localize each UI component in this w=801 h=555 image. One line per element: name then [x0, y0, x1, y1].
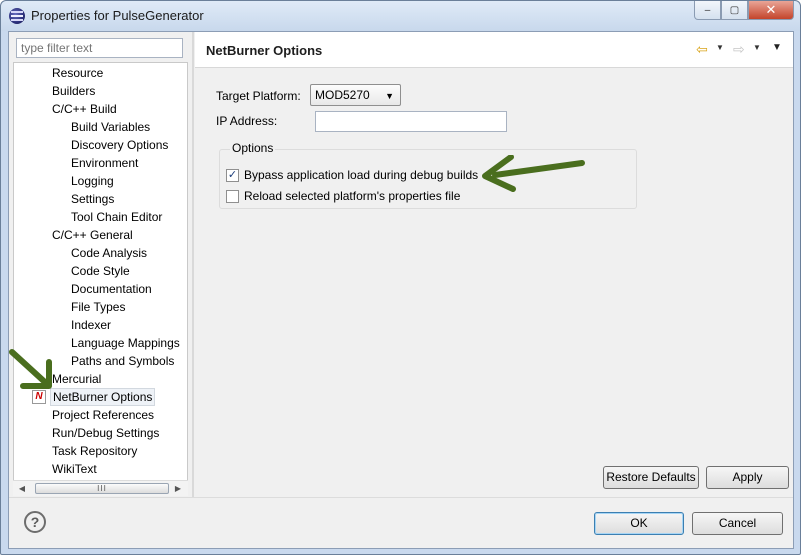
tree-item[interactable]: Run/Debug Settings	[50, 424, 161, 442]
tree-item[interactable]: Builders	[50, 82, 97, 100]
tree-item[interactable]: Paths and Symbols	[69, 352, 176, 370]
filter-input[interactable]	[16, 38, 183, 58]
tree-item[interactable]: Documentation	[69, 280, 154, 298]
window-controls: ‒ ▢ ✕	[694, 1, 794, 21]
tree-item[interactable]: Tool Chain Editor	[69, 208, 164, 226]
tree-item-selected[interactable]: NetBurner Options	[50, 388, 156, 406]
view-menu-icon[interactable]: ▼	[772, 43, 782, 53]
tree-item[interactable]: Indexer	[69, 316, 113, 334]
tree-item[interactable]: Settings	[69, 190, 116, 208]
reload-checkbox[interactable]	[226, 190, 239, 203]
chevron-down-icon: ▼	[385, 91, 394, 101]
scroll-right-icon[interactable]: ▶	[171, 482, 185, 496]
title-bar[interactable]: Properties for PulseGenerator ‒ ▢ ✕	[1, 1, 800, 31]
window-title: Properties for PulseGenerator	[31, 8, 204, 23]
apply-button[interactable]: Apply	[706, 466, 789, 489]
scroll-left-icon[interactable]: ◀	[15, 482, 29, 496]
tree-item[interactable]: WikiText	[50, 460, 99, 478]
ip-address-label: IP Address:	[216, 114, 278, 128]
scroll-thumb[interactable]: III	[35, 483, 169, 494]
page-title: NetBurner Options	[206, 43, 323, 58]
tree-item[interactable]: File Types	[69, 298, 127, 316]
page-body: Target Platform: MOD5270 ▼ IP Address: O…	[195, 69, 793, 497]
cancel-button[interactable]: Cancel	[692, 512, 783, 535]
forward-arrow-icon[interactable]: ⇨	[733, 41, 745, 57]
tree-item[interactable]: Environment	[69, 154, 140, 172]
back-arrow-icon[interactable]: ⇦	[696, 41, 708, 57]
bypass-checkbox-label[interactable]: Bypass application load during debug bui…	[244, 168, 478, 182]
tree-item[interactable]: Task Repository	[50, 442, 139, 460]
tree-item[interactable]: C/C++ Build	[50, 100, 119, 118]
ok-button[interactable]: OK	[594, 512, 684, 535]
reload-checkbox-label[interactable]: Reload selected platform's properties fi…	[244, 189, 460, 203]
annotation-arrow-icon	[482, 155, 585, 192]
forward-dropdown-icon[interactable]: ▼	[753, 43, 761, 53]
tree-item[interactable]: C/C++ General	[50, 226, 135, 244]
dialog-client-area: ResourceBuildersC/C++ BuildBuild Variabl…	[8, 31, 794, 549]
help-icon[interactable]: ?	[24, 511, 46, 533]
annotation-arrow-icon	[9, 349, 52, 389]
tree-item[interactable]: Project References	[50, 406, 156, 424]
options-group-label: Options	[230, 141, 276, 155]
back-dropdown-icon[interactable]: ▼	[716, 43, 724, 53]
tree-item[interactable]: Logging	[69, 172, 116, 190]
close-button[interactable]: ✕	[748, 1, 794, 20]
ip-address-input[interactable]	[315, 111, 507, 132]
eclipse-icon	[9, 8, 25, 24]
maximize-button[interactable]: ▢	[721, 1, 748, 20]
tree-item[interactable]: Discovery Options	[69, 136, 170, 154]
property-tree: Resource Builders C/C++ Build Build Variabl…	[13, 62, 188, 492]
properties-dialog: Properties for PulseGenerator ‒ ▢ ✕ Reso…	[0, 0, 801, 555]
page-header: NetBurner Options ⇦ ▼ ⇨ ▼ ▼	[195, 32, 793, 68]
panel-splitter[interactable]	[192, 32, 194, 497]
footer-separator	[9, 497, 793, 498]
minimize-button[interactable]: ‒	[694, 1, 721, 20]
tree-item[interactable]: Code Style	[69, 262, 132, 280]
tree-horizontal-scrollbar[interactable]: ◀ III ▶	[13, 480, 188, 496]
target-platform-select[interactable]: MOD5270 ▼	[310, 84, 401, 106]
tree-item[interactable]: Build Variables	[69, 118, 152, 136]
bypass-checkbox[interactable]: ✓	[226, 169, 239, 182]
tree-item[interactable]: Code Analysis	[69, 244, 149, 262]
tree-item[interactable]: Resource	[50, 64, 105, 82]
tree-item[interactable]: Language Mappings	[69, 334, 182, 352]
target-platform-value: MOD5270	[315, 88, 370, 102]
restore-defaults-button[interactable]: Restore Defaults	[603, 466, 699, 489]
target-platform-label: Target Platform:	[216, 89, 301, 103]
